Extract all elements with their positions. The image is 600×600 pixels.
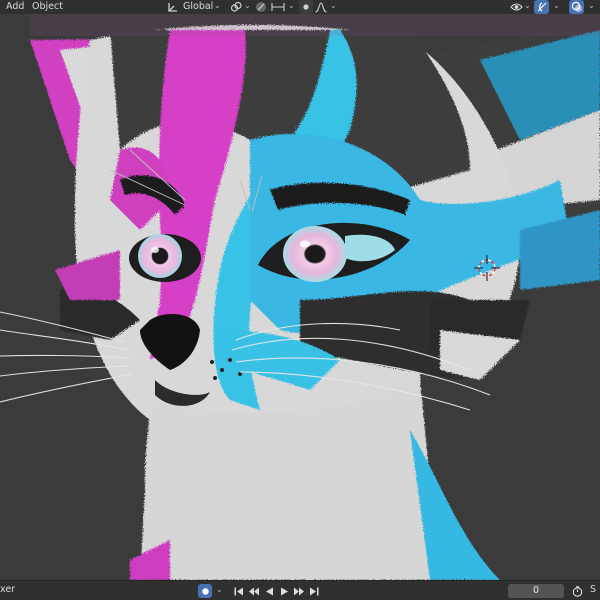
menu-add[interactable]: Add	[6, 0, 24, 14]
record-keyframe-icon[interactable]	[198, 584, 212, 598]
jump-end-icon[interactable]	[307, 584, 321, 598]
chevron-down-icon[interactable]: ⌄	[214, 1, 221, 10]
prev-keyframe-icon[interactable]	[247, 584, 261, 598]
menu-object[interactable]: Object	[32, 0, 63, 14]
current-frame-field[interactable]: 0	[508, 584, 564, 598]
chevron-down-icon[interactable]: ⌄	[216, 585, 223, 594]
start-frame-label: S	[590, 584, 597, 595]
chevron-down-icon[interactable]: ⌄	[288, 1, 295, 10]
play-reverse-icon[interactable]	[262, 584, 276, 598]
viewport-header: Add Object Global ⌄ ⌄ ⌄ ⌄ ⌄ ⌄ ⌄	[0, 0, 600, 14]
gizmo-icon[interactable]	[534, 0, 549, 14]
falloff-icon[interactable]	[314, 0, 328, 14]
visibility-eye-icon[interactable]	[509, 0, 523, 14]
transform-orientation-icon[interactable]	[165, 0, 179, 14]
pivot-point-icon[interactable]	[229, 0, 243, 14]
snap-icon[interactable]	[254, 0, 268, 14]
play-icon[interactable]	[277, 584, 291, 598]
proportional-editing-icon[interactable]	[299, 0, 313, 14]
snap-target-icon[interactable]	[270, 0, 286, 14]
transform-orientation-dropdown[interactable]: Global	[183, 0, 213, 14]
stopwatch-icon[interactable]	[570, 584, 584, 598]
chevron-down-icon[interactable]: ⌄	[244, 1, 251, 10]
3d-viewport[interactable]	[0, 14, 600, 580]
chevron-down-icon[interactable]: ⌄	[588, 1, 595, 10]
jump-start-icon[interactable]	[232, 584, 246, 598]
next-keyframe-icon[interactable]	[292, 584, 306, 598]
chevron-down-icon[interactable]: ⌄	[553, 1, 560, 10]
chevron-down-icon[interactable]: ⌄	[524, 1, 531, 10]
editor-type-label[interactable]: xer	[0, 584, 15, 595]
overlay-icon[interactable]	[569, 0, 584, 14]
chevron-down-icon[interactable]: ⌄	[330, 1, 337, 10]
cat-model-render	[0, 14, 600, 580]
timeline-bar: xer ⌄ 0 S	[0, 580, 600, 600]
